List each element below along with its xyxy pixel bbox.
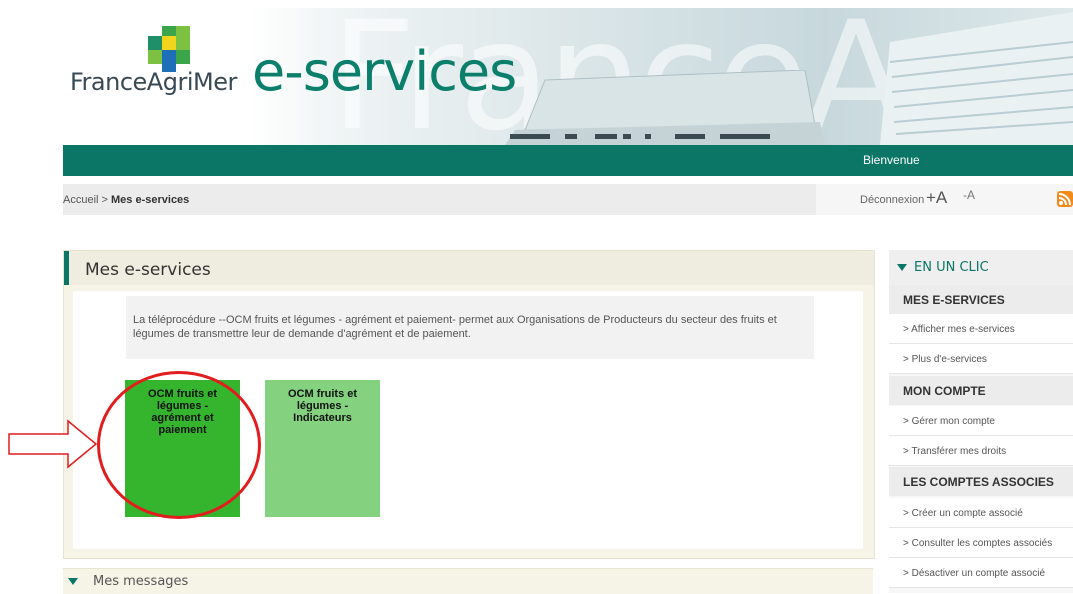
- rss-glyph-icon: [1058, 193, 1071, 206]
- sidebar-link-consulter-comptes-associes[interactable]: > Consulter les comptes associés: [889, 528, 1073, 558]
- description-box: La téléprocédure --OCM fruits et légumes…: [126, 296, 814, 359]
- rss-icon[interactable]: [1057, 191, 1073, 207]
- decrease-font-button[interactable]: -A: [963, 188, 975, 202]
- breadcrumb-bar: Accueil > Mes e-services Déconnexion +A …: [63, 184, 1073, 215]
- sidebar-link-gerer-compte[interactable]: > Gérer mon compte: [889, 406, 1073, 436]
- franceagrimer-logo-icon: [148, 26, 190, 72]
- link-label: > Transférer mes droits: [903, 446, 1007, 457]
- link-label: > Consulter les comptes associés: [903, 538, 1053, 549]
- description-text: La téléprocédure --OCM fruits et légumes…: [133, 314, 777, 340]
- tile-label: OCM fruits et légumes - Indicateurs: [287, 388, 358, 424]
- sidebar-heading[interactable]: EN UN CLIC: [889, 250, 1073, 285]
- messages-label: Mes messages: [93, 574, 189, 589]
- sidebar-section-mon-compte: MON COMPTE: [889, 376, 1073, 405]
- main-nav-bar: Bienvenue: [63, 145, 1073, 176]
- sidebar-link-plus-eservices[interactable]: > Plus d'e-services: [889, 344, 1073, 374]
- sidebar-link-afficher-eservices[interactable]: > Afficher mes e-services: [889, 314, 1073, 344]
- messages-section[interactable]: Mes messages: [63, 568, 873, 594]
- laptop-illustration: [505, 70, 825, 145]
- breadcrumb-current: Mes e-services: [111, 194, 190, 206]
- section-title: LES COMPTES ASSOCIES: [903, 475, 1054, 489]
- breadcrumb-home-link[interactable]: Accueil: [63, 194, 98, 206]
- sidebar: EN UN CLIC MES E-SERVICES > Afficher mes…: [889, 250, 1073, 593]
- collapse-arrow-icon: [897, 264, 907, 271]
- logout-link[interactable]: Déconnexion: [860, 194, 924, 206]
- sidebar-link-creer-compte-associe[interactable]: > Créer un compte associé: [889, 498, 1073, 528]
- header-banner: FranceAgriMer FranceAgriMer e-services: [0, 0, 1073, 145]
- panel-heading-bar: Mes e-services: [64, 251, 874, 285]
- link-label: > Afficher mes e-services: [903, 324, 1015, 335]
- sidebar-link-transferer-droits[interactable]: > Transférer mes droits: [889, 436, 1073, 466]
- section-title: MES E-SERVICES: [903, 293, 1005, 307]
- link-label: > Plus d'e-services: [903, 354, 987, 365]
- logo-text: FranceAgriMer: [70, 68, 237, 96]
- sidebar-link-desactiver-compte-associe[interactable]: > Désactiver un compte associé: [889, 558, 1073, 588]
- highlight-circle: [97, 371, 261, 519]
- sidebar-section-comptes-associes: LES COMPTES ASSOCIES: [889, 467, 1073, 496]
- increase-font-button[interactable]: +A: [926, 188, 947, 208]
- link-label: > Désactiver un compte associé: [903, 568, 1046, 579]
- expand-arrow-icon: [68, 578, 78, 585]
- sidebar-section-mes-eservices: MES E-SERVICES: [889, 285, 1073, 314]
- heading-accent: [64, 251, 69, 285]
- page-title: Mes e-services: [85, 260, 211, 280]
- breadcrumb: Accueil > Mes e-services: [63, 194, 189, 206]
- link-label: > Gérer mon compte: [903, 416, 995, 427]
- link-label: > Créer un compte associé: [903, 508, 1023, 519]
- nav-welcome-link[interactable]: Bienvenue: [863, 153, 920, 167]
- breadcrumb-separator: >: [98, 194, 112, 206]
- papers-illustration: [880, 12, 1073, 145]
- section-title: MON COMPTE: [903, 384, 986, 398]
- sidebar-heading-label: EN UN CLIC: [914, 260, 989, 275]
- tile-ocm-indicateurs[interactable]: OCM fruits et légumes - Indicateurs: [265, 380, 380, 517]
- highlight-arrow-icon: [8, 419, 98, 469]
- site-title: e-services: [252, 40, 517, 103]
